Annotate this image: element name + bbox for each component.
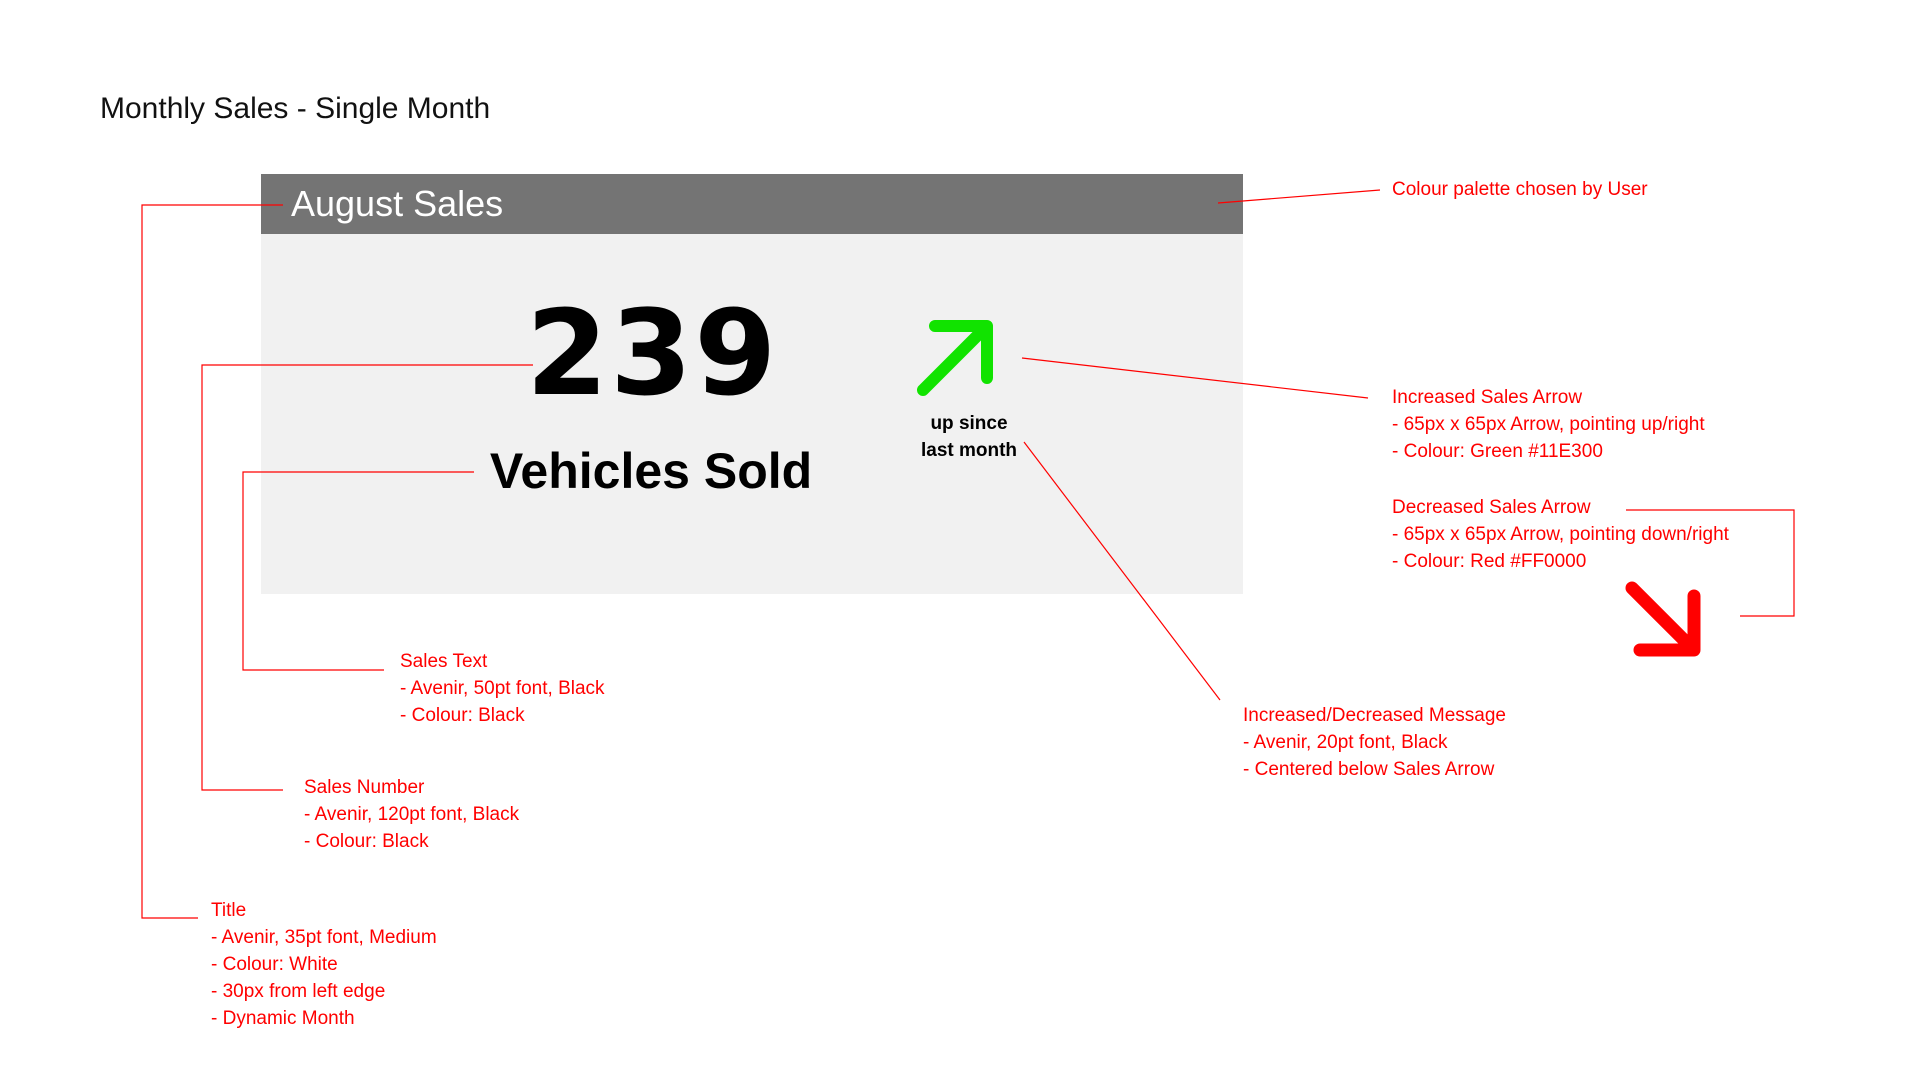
- annotation-line: - Colour: Black: [304, 831, 429, 852]
- annotation-line: - Avenir, 50pt font, Black: [400, 678, 605, 699]
- leader-increase-arrow: [1021, 357, 1369, 399]
- annotation-line: - 65px x 65px Arrow, pointing up/right: [1392, 414, 1705, 435]
- arrow-down-right-icon: [1625, 581, 1701, 657]
- annotation-line: - Avenir, 20pt font, Black: [1243, 732, 1448, 753]
- annotation-sales-number: Sales Number - Avenir, 120pt font, Black…: [304, 774, 519, 855]
- annotation-line: - Dynamic Month: [211, 1008, 355, 1029]
- leader-title: [141, 204, 283, 919]
- annotation-heading: Sales Text: [400, 651, 488, 672]
- annotation-line: - Colour: Black: [400, 705, 525, 726]
- annotation-line: - Colour: White: [211, 954, 338, 975]
- annotation-line: - Centered below Sales Arrow: [1243, 759, 1495, 780]
- annotation-line: - Colour: Red #FF0000: [1392, 551, 1587, 572]
- leader-message: [1023, 441, 1221, 701]
- annotation-line: - 65px x 65px Arrow, pointing down/right: [1392, 524, 1729, 545]
- annotation-heading: Title: [211, 900, 247, 921]
- annotation-heading: Colour palette chosen by User: [1392, 179, 1648, 200]
- annotation-title: Title - Avenir, 35pt font, Medium - Colo…: [211, 897, 437, 1032]
- annotation-heading: Increased/Decreased Message: [1243, 705, 1506, 726]
- annotation-heading: Decreased Sales Arrow: [1392, 497, 1591, 518]
- annotation-increase-arrow: Increased Sales Arrow - 65px x 65px Arro…: [1392, 384, 1705, 465]
- annotation-decrease-arrow: Decreased Sales Arrow - 65px x 65px Arro…: [1392, 494, 1729, 575]
- annotation-line: - Colour: Green #11E300: [1392, 441, 1603, 462]
- annotation-heading: Increased Sales Arrow: [1392, 387, 1583, 408]
- annotation-heading: Sales Number: [304, 777, 425, 798]
- annotation-line: - Avenir, 120pt font, Black: [304, 804, 520, 825]
- annotation-palette: Colour palette chosen by User: [1392, 176, 1648, 203]
- annotation-message: Increased/Decreased Message - Avenir, 20…: [1243, 702, 1506, 783]
- leader-palette: [1217, 189, 1381, 204]
- leader-sales-text: [242, 471, 474, 671]
- annotation-line: - Avenir, 35pt font, Medium: [211, 927, 437, 948]
- annotation-sales-text: Sales Text - Avenir, 50pt font, Black - …: [400, 648, 605, 729]
- annotation-line: - 30px from left edge: [211, 981, 386, 1002]
